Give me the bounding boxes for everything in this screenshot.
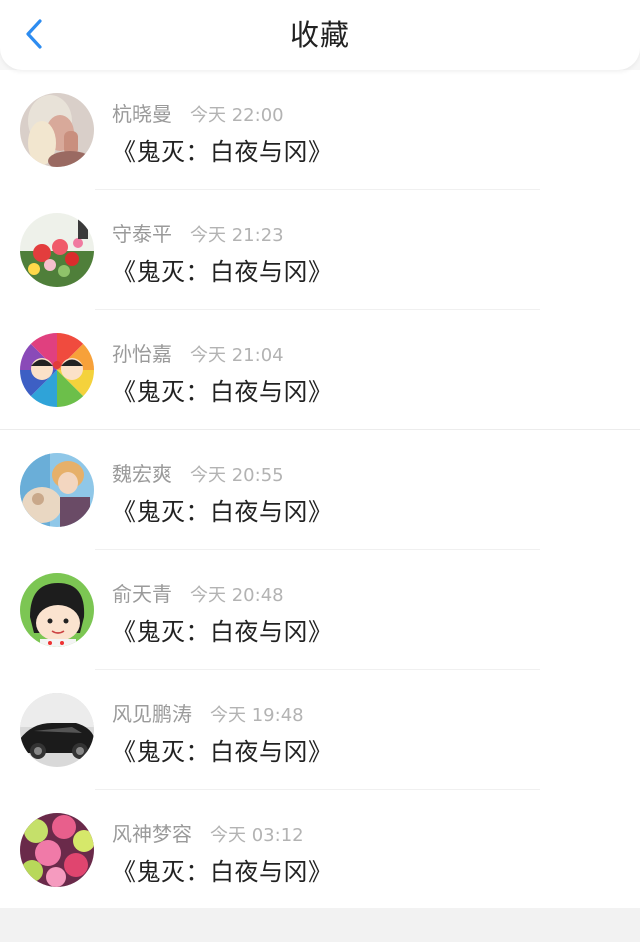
- avatar[interactable]: [20, 693, 94, 767]
- favorite-title: 《鬼灭：白夜与冈》: [112, 258, 333, 286]
- avatar[interactable]: [20, 813, 94, 887]
- favorite-title: 《鬼灭：白夜与冈》: [112, 378, 333, 406]
- user-name: 风见鹏涛 今天 19:48: [112, 702, 304, 726]
- user-name: 风神梦容 今天 03:12: [112, 822, 304, 846]
- page-title: 收藏: [289, 18, 350, 52]
- favorite-title: 《鬼灭：白夜与冈》: [112, 858, 333, 886]
- list-item[interactable]: 风见鹏涛 今天 19:48 《鬼灭：白夜与冈》: [0, 670, 640, 790]
- list-item[interactable]: 孙怡嘉 今天 21:04 《鬼灭：白夜与冈》: [0, 310, 640, 430]
- list-item[interactable]: 魏宏爽 今天 20:55 《鬼灭：白夜与冈》: [0, 430, 640, 550]
- bottom-spacer: [0, 908, 640, 942]
- favorite-title: 《鬼灭：白夜与冈》: [112, 138, 333, 166]
- avatar[interactable]: [20, 213, 94, 287]
- timestamp: 今天 22:00: [190, 105, 284, 126]
- timestamp: 今天 21:04: [190, 345, 284, 366]
- avatar[interactable]: [20, 333, 94, 407]
- favorites-list: 杭晓曼 今天 22:00 《鬼灭：白夜与冈》 守泰平 今天 21:23 《鬼灭：白夜…: [0, 70, 640, 908]
- avatar[interactable]: [20, 573, 94, 647]
- user-name: 杭晓曼 今天 22:00: [112, 102, 284, 126]
- favorite-title: 《鬼灭：白夜与冈》: [112, 618, 333, 646]
- list-item[interactable]: 杭晓曼 今天 22:00 《鬼灭：白夜与冈》: [0, 70, 640, 190]
- list-item[interactable]: 风神梦容 今天 03:12 《鬼灭：白夜与冈》: [0, 790, 640, 910]
- timestamp: 今天 19:48: [210, 705, 304, 726]
- avatar[interactable]: [20, 93, 94, 167]
- header-bar: 收藏: [0, 0, 640, 70]
- list-item[interactable]: 俞天青 今天 20:48 《鬼灭：白夜与冈》: [0, 550, 640, 670]
- avatar[interactable]: [20, 453, 94, 527]
- user-name: 魏宏爽 今天 20:55: [112, 462, 284, 486]
- timestamp: 今天 20:55: [190, 465, 284, 486]
- favorite-title: 《鬼灭：白夜与冈》: [112, 738, 333, 766]
- user-name: 守泰平 今天 21:23: [112, 222, 284, 246]
- user-name: 孙怡嘉 今天 21:04: [112, 342, 284, 366]
- user-name: 俞天青 今天 20:48: [112, 582, 284, 606]
- timestamp: 今天 21:23: [190, 225, 284, 246]
- favorite-title: 《鬼灭：白夜与冈》: [112, 498, 333, 526]
- timestamp: 今天 20:48: [190, 585, 284, 606]
- timestamp: 今天 03:12: [210, 825, 304, 846]
- list-item[interactable]: 守泰平 今天 21:23 《鬼灭：白夜与冈》: [0, 190, 640, 310]
